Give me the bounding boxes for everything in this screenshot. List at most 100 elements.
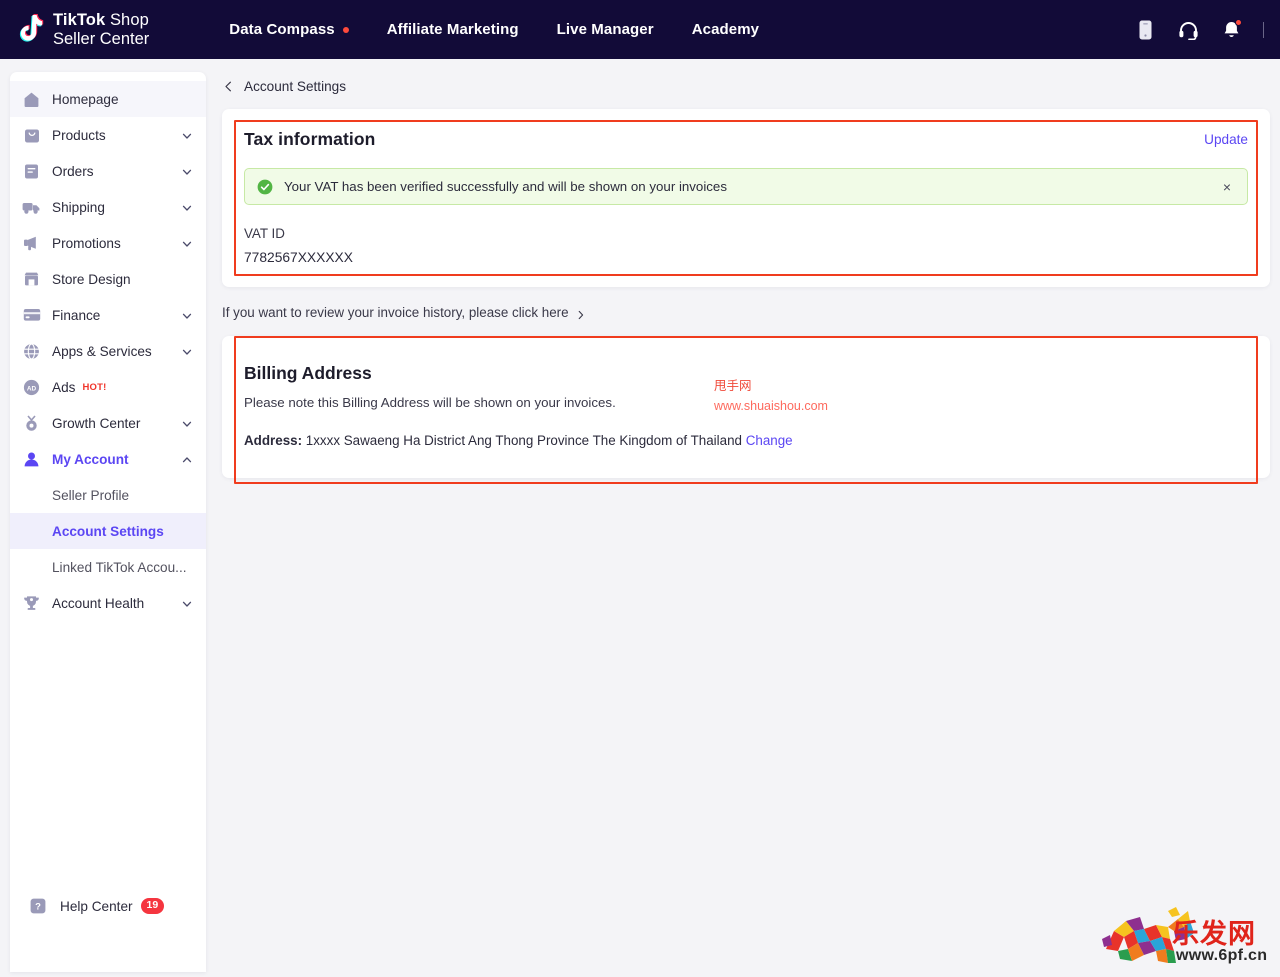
sidebar-label: Shipping	[52, 199, 105, 215]
check-circle-icon	[257, 179, 273, 195]
main-content: Account Settings Tax information Update …	[222, 72, 1270, 484]
brand-subtitle: Seller Center	[53, 29, 150, 48]
brand-logo[interactable]: TikTok Shop Seller Center	[14, 11, 149, 48]
sidebar-item-ads[interactable]: AD Ads HOT!	[10, 369, 206, 405]
sidebar-label: Ads	[52, 379, 76, 395]
change-address-link[interactable]: Change	[746, 433, 793, 448]
nav-label: Academy	[691, 21, 760, 38]
sidebar-menu: Homepage Products Orders Shipping Promot…	[10, 72, 206, 621]
help-center-badge: 19	[140, 898, 165, 914]
sidebar-item-products[interactable]: Products	[10, 117, 206, 153]
sidebar-item-orders[interactable]: Orders	[10, 153, 206, 189]
question-icon: ?	[30, 898, 46, 914]
chevron-down-icon	[181, 165, 193, 177]
home-icon	[22, 90, 41, 109]
orders-icon	[22, 162, 41, 181]
watermark-shuaishou-cn: 甩手网	[714, 379, 752, 393]
sidebar-item-account-settings[interactable]: Account Settings	[10, 513, 206, 549]
brand-name-shop: Shop	[105, 11, 149, 30]
user-icon	[22, 450, 41, 469]
sidebar-item-linked-tiktok-account[interactable]: Linked TikTok Accou...	[10, 549, 206, 585]
chevron-down-icon	[181, 201, 193, 213]
sidebar-label: Growth Center	[52, 415, 141, 431]
help-center-label: Help Center	[60, 898, 133, 914]
sidebar-item-account-health[interactable]: Account Health	[10, 585, 206, 621]
breadcrumb[interactable]: Account Settings	[222, 72, 1270, 100]
billing-address-row: Address: 1xxxx Sawaeng Ha District Ang T…	[244, 433, 1248, 448]
chevron-down-icon	[181, 237, 193, 249]
watermark-shuaishou-url: www.shuaishou.com	[714, 399, 828, 413]
sidebar-item-homepage[interactable]: Homepage	[10, 81, 206, 117]
notification-dot	[1235, 18, 1242, 26]
chevron-up-icon	[181, 453, 193, 465]
bell-icon[interactable]	[1220, 18, 1242, 42]
mobile-icon[interactable]	[1134, 18, 1156, 42]
page-title: Tax information	[244, 129, 376, 149]
svg-text:?: ?	[35, 901, 41, 912]
sidebar-label: Products	[52, 127, 106, 143]
back-chevron-icon[interactable]	[222, 80, 235, 93]
sidebar-label: Orders	[52, 163, 94, 179]
watermark-lefa-url: www.6pf.cn	[1176, 947, 1268, 964]
nav-label: Affiliate Marketing	[386, 21, 519, 38]
sidebar-sub-label: Account Settings	[52, 523, 164, 539]
card-icon	[22, 306, 41, 325]
nav-item-data-compass[interactable]: Data Compass	[210, 21, 367, 38]
sidebar-item-shipping[interactable]: Shipping	[10, 189, 206, 225]
globe-icon	[22, 342, 41, 361]
nav-divider	[1263, 21, 1264, 38]
top-nav-actions	[1134, 18, 1264, 42]
headset-icon[interactable]	[1177, 18, 1199, 42]
new-indicator-dot	[342, 26, 349, 33]
nav-label: Data Compass	[229, 21, 335, 38]
ads-icon: AD	[22, 378, 41, 397]
sidebar-item-growth-center[interactable]: Growth Center	[10, 405, 206, 441]
truck-icon	[22, 198, 41, 217]
sidebar-item-seller-profile[interactable]: Seller Profile	[10, 477, 206, 513]
trophy-icon	[22, 594, 41, 613]
watermark-shuaishou: 甩手网 www.shuaishou.com	[714, 376, 828, 416]
store-icon	[22, 270, 41, 289]
tax-card-header: Tax information Update	[244, 129, 1248, 150]
billing-address-card: Billing Address Please note this Billing…	[222, 336, 1270, 484]
vat-success-alert: Your VAT has been verified successfully …	[244, 168, 1248, 205]
address-label: Address:	[244, 433, 303, 448]
bag-icon	[22, 126, 41, 145]
alert-message: Your VAT has been verified successfully …	[284, 179, 727, 194]
sidebar-label: Store Design	[52, 271, 131, 287]
sidebar: Homepage Products Orders Shipping Promot…	[10, 72, 206, 972]
nav-label: Live Manager	[556, 21, 654, 38]
sidebar-sub-label: Seller Profile	[52, 487, 130, 503]
sidebar-item-store-design[interactable]: Store Design	[10, 261, 206, 297]
tiktok-note-icon	[14, 13, 44, 47]
sidebar-item-help-center[interactable]: ? Help Center 19	[10, 888, 206, 924]
vat-id-value: 7782567XXXXXX	[244, 250, 353, 265]
top-navigation-bar: TikTok Shop Seller Center Data Compass A…	[0, 0, 1280, 59]
chevron-right-icon	[576, 308, 586, 319]
invoice-history-text: If you want to review your invoice histo…	[222, 305, 569, 320]
watermark-lefa-cn: 乐发网	[1172, 919, 1256, 950]
vat-id-label: VAT ID	[244, 226, 285, 241]
sidebar-item-my-account[interactable]: My Account	[10, 441, 206, 477]
sidebar-item-finance[interactable]: Finance	[10, 297, 206, 333]
sidebar-item-apps-services[interactable]: Apps & Services	[10, 333, 206, 369]
sidebar-label: Account Health	[52, 595, 145, 611]
nav-item-live-manager[interactable]: Live Manager	[538, 21, 673, 38]
medal-icon	[22, 414, 41, 433]
sidebar-label: Finance	[52, 307, 101, 323]
update-link[interactable]: Update	[1204, 132, 1248, 147]
megaphone-icon	[22, 234, 41, 253]
sidebar-label: Apps & Services	[52, 343, 152, 359]
nav-item-academy[interactable]: Academy	[673, 21, 778, 38]
brand-name-bold: TikTok	[53, 11, 106, 30]
close-icon[interactable]: ×	[1221, 180, 1233, 194]
invoice-history-link[interactable]: If you want to review your invoice histo…	[222, 305, 1270, 320]
nav-item-affiliate-marketing[interactable]: Affiliate Marketing	[368, 21, 538, 38]
chevron-down-icon	[181, 417, 193, 429]
sidebar-label: My Account	[52, 451, 129, 467]
sidebar-item-promotions[interactable]: Promotions	[10, 225, 206, 261]
svg-text:AD: AD	[27, 385, 37, 392]
chevron-down-icon	[181, 309, 193, 321]
chevron-down-icon	[181, 597, 193, 609]
top-nav-items: Data Compass Affiliate Marketing Live Ma…	[210, 21, 778, 38]
